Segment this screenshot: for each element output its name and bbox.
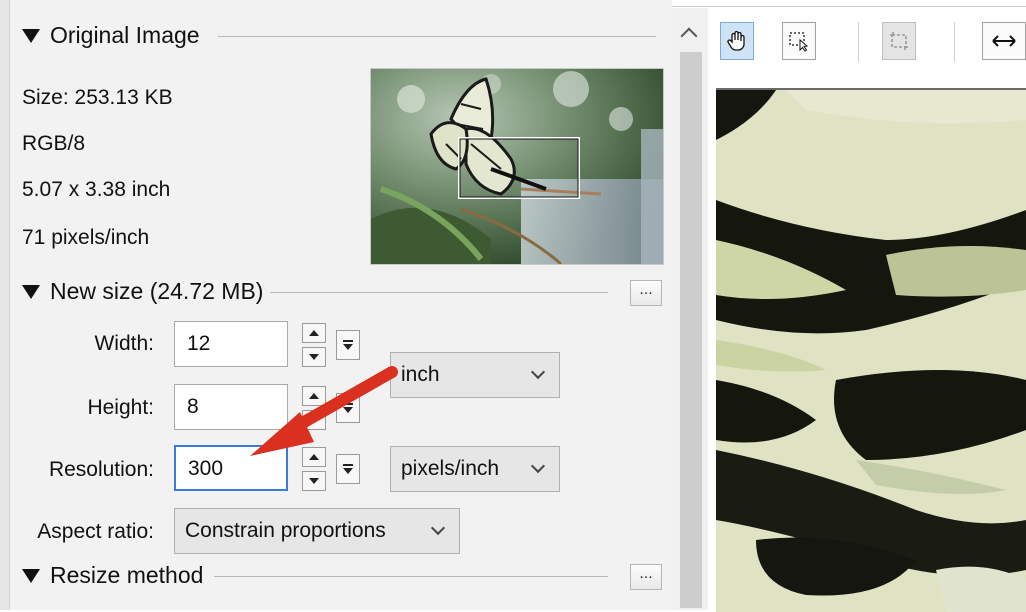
toolbar-separator: [858, 22, 859, 62]
panel-scrollbar[interactable]: [672, 8, 708, 610]
resize-method-header-label: Resize method: [50, 561, 204, 588]
scrollbar-thumb[interactable]: [680, 52, 702, 608]
hand-tool-button[interactable]: [720, 22, 754, 60]
panel-left-edge: [0, 0, 10, 610]
reset-icon: [343, 340, 353, 342]
resize-method-more-button[interactable]: ...: [630, 564, 662, 590]
collapse-triangle-icon: [22, 569, 40, 583]
resolution-label: Resolution:: [48, 458, 154, 481]
crop-icon: [890, 32, 908, 50]
new-size-header-label: New size (24.72 MB): [50, 277, 264, 304]
aspect-ratio-label: Aspect ratio:: [37, 520, 154, 543]
section-divider: [270, 292, 608, 293]
chevron-down-icon: [530, 458, 546, 474]
preview-panel: [708, 8, 1026, 612]
fit-width-tool-button[interactable]: [982, 22, 1026, 60]
crop-tool-button[interactable]: [882, 22, 916, 60]
original-image-thumbnail[interactable]: [370, 68, 664, 265]
original-color-mode-text: RGB/8: [22, 132, 86, 155]
selection-zoom-icon: [789, 32, 809, 52]
resize-settings-panel: Original Image Size: 253.13 KB RGB/8 5.0…: [0, 0, 672, 610]
original-size-text: Size: 253.13 KB: [22, 86, 173, 109]
preview-toolbar: [708, 8, 1026, 86]
collapse-triangle-icon: [22, 29, 40, 43]
scroll-up-icon[interactable]: [680, 27, 698, 45]
collapse-triangle-icon: [22, 285, 40, 299]
hand-icon: [727, 30, 745, 51]
chevron-down-icon: [430, 520, 446, 536]
original-image-header-label: Original Image: [50, 21, 200, 48]
toolbar-separator: [954, 22, 955, 62]
section-divider: [218, 36, 656, 37]
arrow-down-icon: [309, 478, 319, 484]
horizontal-arrows-icon: [992, 35, 1016, 47]
section-divider: [214, 576, 608, 577]
width-up-button[interactable]: [302, 323, 326, 343]
resize-method-header[interactable]: Resize method: [22, 560, 203, 590]
aspect-ratio-select[interactable]: Constrain proportions: [174, 508, 460, 554]
original-dimensions-text: 5.07 x 3.38 inch: [22, 178, 171, 201]
original-image-header[interactable]: Original Image: [22, 20, 200, 50]
zoom-select-tool-button[interactable]: [782, 22, 816, 60]
width-label: Width:: [94, 332, 154, 355]
arrow-up-icon: [309, 330, 319, 336]
original-resolution-text: 71 pixels/inch: [22, 226, 150, 249]
height-label: Height:: [87, 396, 154, 419]
new-size-more-button[interactable]: ...: [630, 280, 662, 306]
annotation-arrow-icon: [250, 366, 398, 456]
aspect-ratio-value: Constrain proportions: [185, 519, 386, 542]
resolution-down-button[interactable]: [302, 471, 326, 491]
new-size-header[interactable]: New size (24.72 MB): [22, 276, 263, 306]
zoomed-preview-canvas[interactable]: [716, 88, 1026, 612]
chevron-down-icon: [530, 364, 546, 380]
